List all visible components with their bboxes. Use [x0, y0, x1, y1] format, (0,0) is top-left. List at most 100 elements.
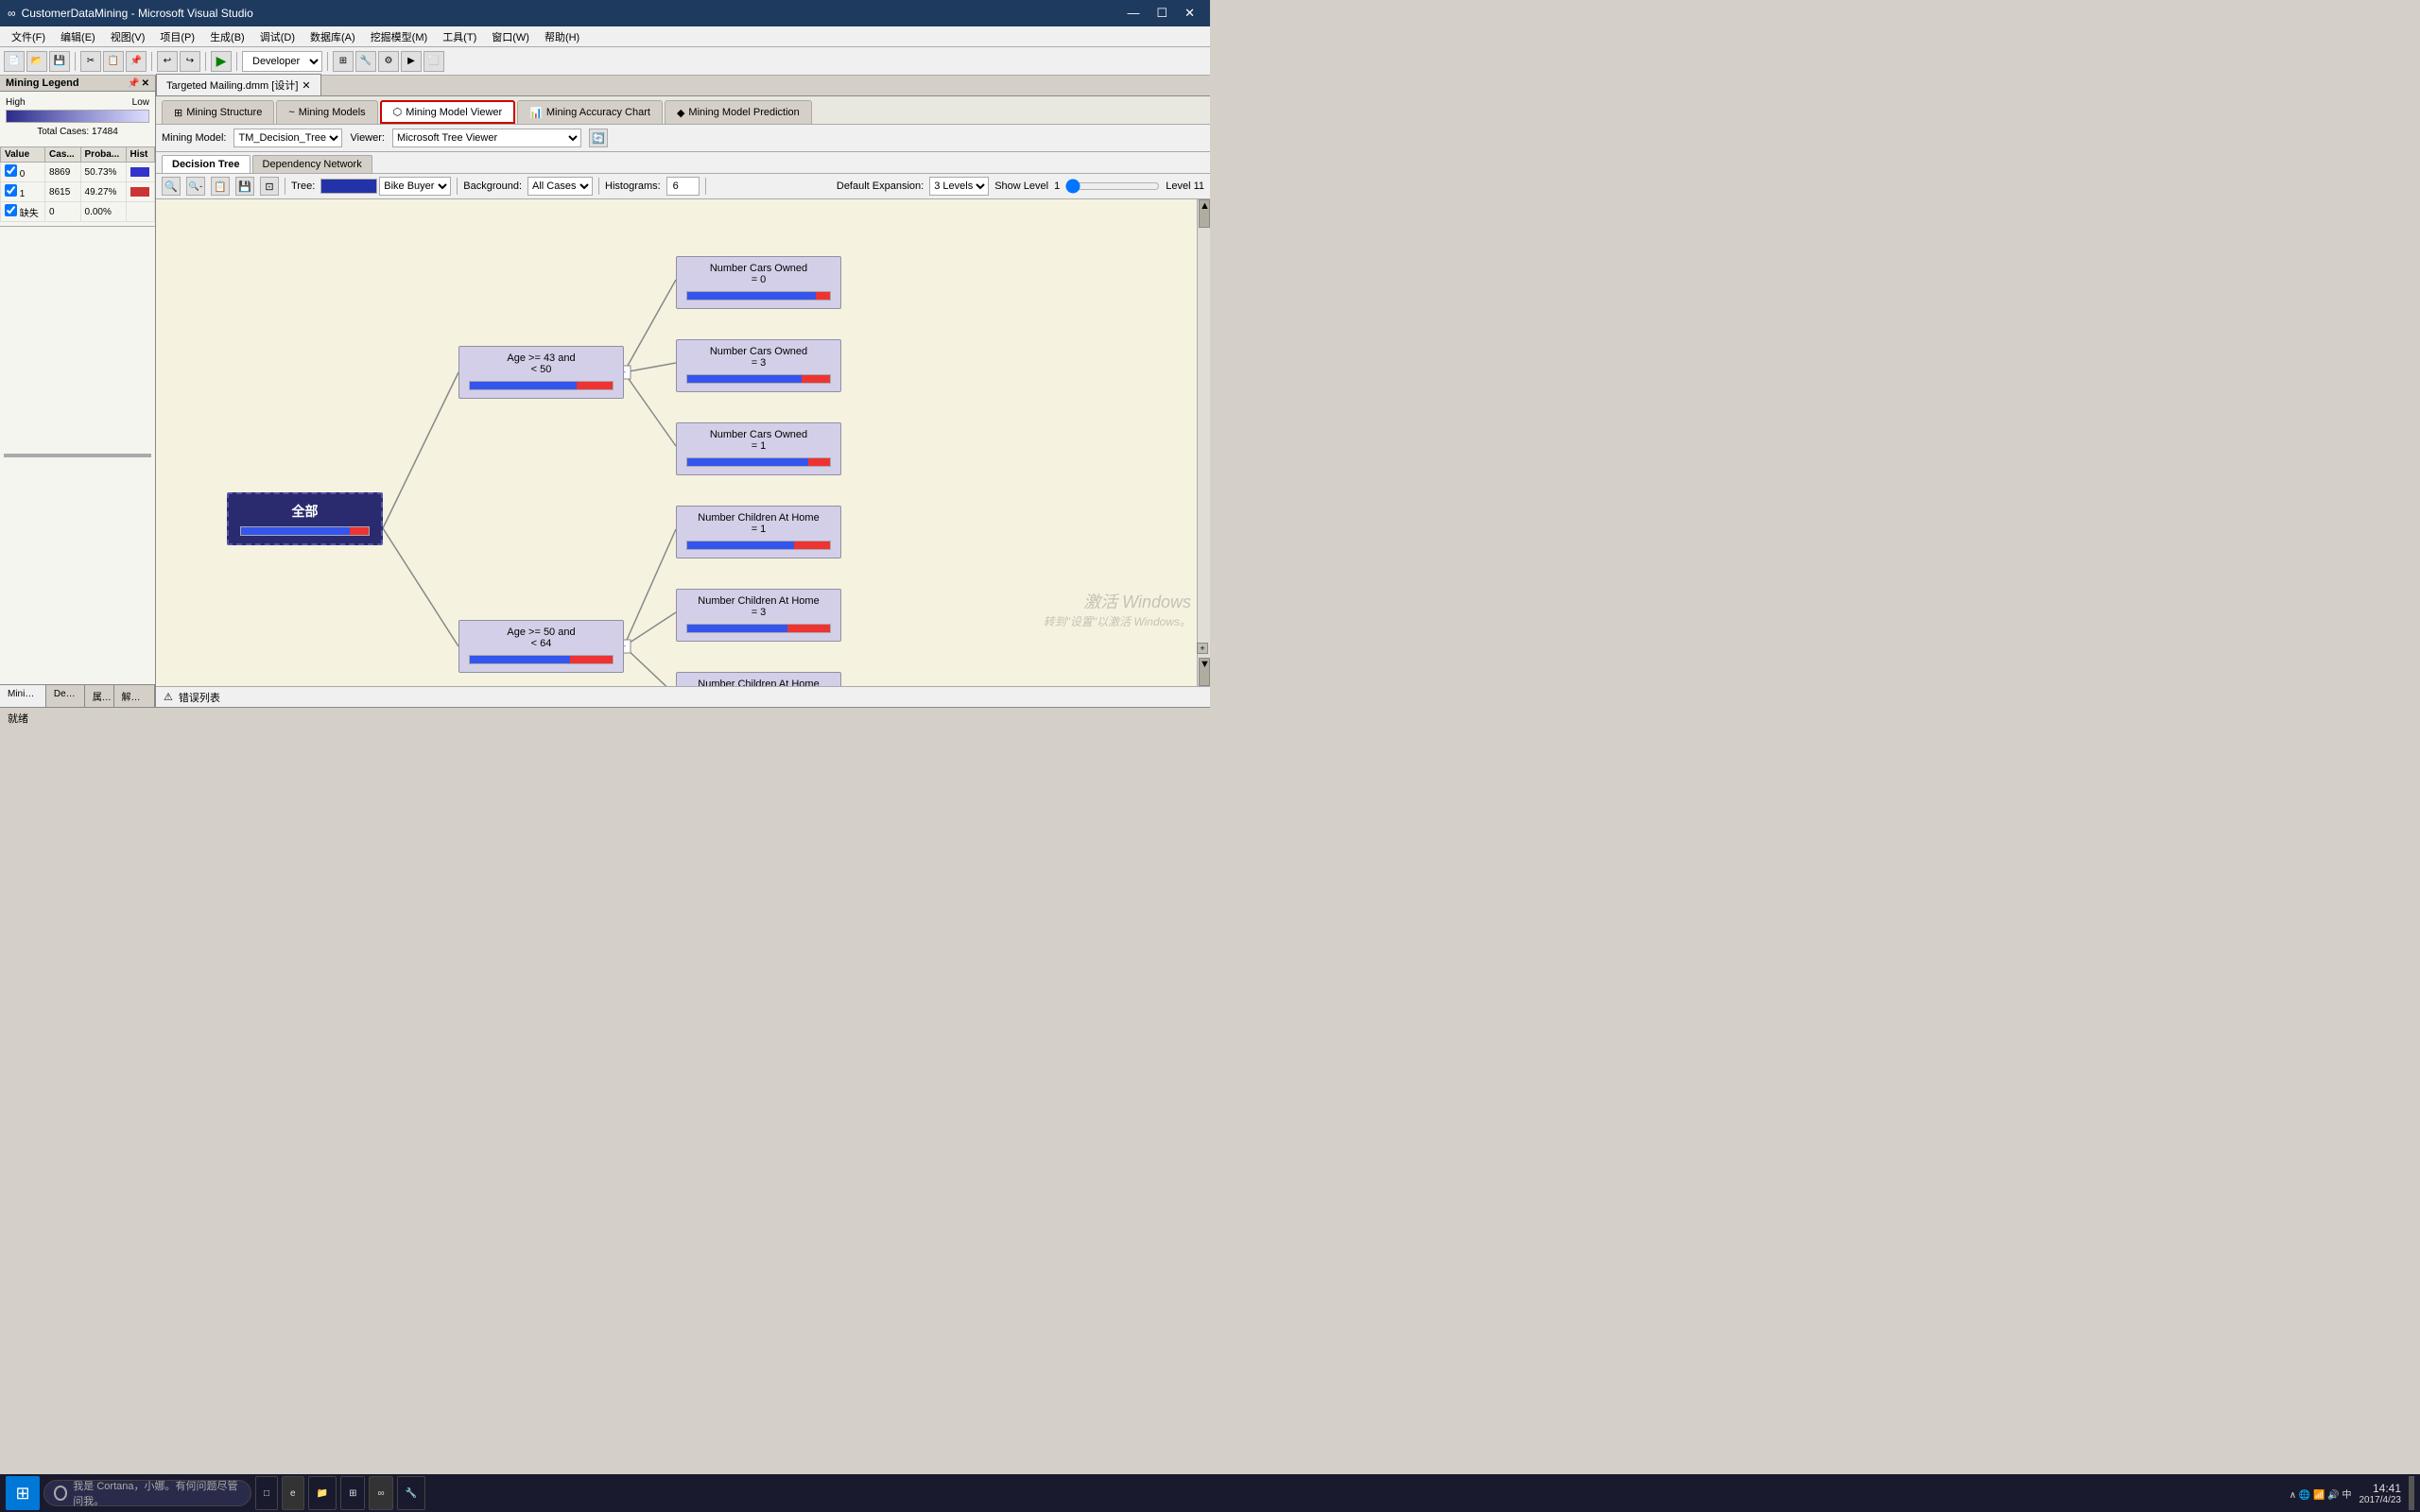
right-node-0[interactable]: Number Cars Owned = 0: [676, 256, 841, 309]
open-button[interactable]: 📂: [26, 51, 47, 72]
menu-project[interactable]: 项目(P): [152, 27, 202, 46]
maximize-button[interactable]: ☐: [1149, 4, 1175, 23]
rowM-checkbox[interactable]: [5, 204, 17, 216]
refresh-button[interactable]: 🔄: [589, 129, 608, 147]
tree-select[interactable]: Bike Buyer: [379, 177, 451, 196]
undo-button[interactable]: ↩: [157, 51, 178, 72]
legend-pin-button[interactable]: 📌: [128, 78, 139, 89]
paste-button[interactable]: 📌: [126, 51, 147, 72]
ie-button[interactable]: e: [282, 1476, 304, 1510]
tab-mining-prediction[interactable]: ◆ Mining Model Prediction: [665, 100, 812, 124]
total-cases-label: Total Cases:: [37, 127, 89, 137]
mid-node-1[interactable]: Age >= 43 and < 50: [458, 346, 624, 399]
menu-edit[interactable]: 编辑(E): [53, 27, 103, 46]
vertical-scrollbar[interactable]: ▲ ▼ +: [1197, 199, 1210, 686]
root-node[interactable]: 全部: [227, 492, 383, 545]
mining-model-select[interactable]: TM_Decision_Tree: [233, 129, 342, 147]
menu-tools[interactable]: 工具(T): [435, 27, 484, 46]
legend-high-label: High: [6, 97, 26, 108]
menu-help[interactable]: 帮助(H): [537, 27, 587, 46]
clock-date: 2017/4/23: [2360, 1495, 2402, 1505]
background-select[interactable]: All Cases: [527, 177, 593, 196]
show-desktop-button[interactable]: [2409, 1476, 2414, 1510]
toolbar-btn3[interactable]: ⚙: [378, 51, 399, 72]
window-title: CustomerDataMining - Microsoft Visual St…: [22, 7, 253, 20]
tab-mining-structure[interactable]: ⊞ Mining Structure: [162, 100, 274, 124]
splitter[interactable]: [4, 454, 151, 457]
menu-file[interactable]: 文件(F): [4, 27, 53, 46]
tab-solution[interactable]: 解决方...: [114, 685, 155, 707]
scrollbar-down-arrow[interactable]: ▼: [1199, 658, 1210, 686]
redo-button[interactable]: ↪: [180, 51, 200, 72]
rn2-l1: Number Cars Owned: [686, 429, 831, 440]
zoom-in-button[interactable]: 🔍: [162, 177, 181, 196]
left-panel: Mining Legend 📌 ✕ High Low Total Cases: …: [0, 76, 156, 707]
new-project-button[interactable]: 📄: [4, 51, 25, 72]
status-text: 就绪: [8, 711, 28, 726]
histograms-input[interactable]: [666, 177, 700, 196]
fit-view-button[interactable]: ⊡: [260, 177, 279, 196]
rn3-l2: = 1: [686, 524, 831, 535]
doc-tab-main[interactable]: Targeted Mailing.dmm [设计] ✕: [156, 74, 321, 95]
subtab-dependency-network[interactable]: Dependency Network: [252, 155, 372, 173]
right-node-2[interactable]: Number Cars Owned = 1: [676, 422, 841, 475]
right-node-3[interactable]: Number Children At Home = 1: [676, 506, 841, 558]
bottom-tabs: Mining L... Deplo... 属性 解决方...: [0, 684, 155, 707]
watermark-line1: 激活 Windows: [1044, 589, 1191, 613]
copy-button[interactable]: 📋: [103, 51, 124, 72]
cut-button[interactable]: ✂: [80, 51, 101, 72]
expand-button[interactable]: +: [1197, 643, 1208, 654]
legend-gradient-bar: [6, 110, 149, 123]
mining-models-label: Mining Models: [299, 107, 366, 118]
tab-mining-model-viewer[interactable]: ⬡ Mining Model Viewer: [380, 100, 516, 124]
tab-mining-models[interactable]: ~ Mining Models: [276, 100, 377, 124]
zoom-out-button[interactable]: 🔍-: [186, 177, 205, 196]
tab-mining-accuracy[interactable]: 📊 Mining Accuracy Chart: [517, 100, 663, 124]
explorer-button[interactable]: 📁: [308, 1476, 337, 1510]
mining-model-label: Mining Model:: [162, 132, 226, 144]
right-node-1[interactable]: Number Cars Owned = 3: [676, 339, 841, 392]
tab-mining-legend[interactable]: Mining L...: [0, 685, 46, 707]
menu-mining[interactable]: 挖掘模型(M): [363, 27, 436, 46]
toolbar-btn5[interactable]: ⬜: [424, 51, 444, 72]
error-text[interactable]: 错误列表: [179, 690, 220, 705]
menu-database[interactable]: 数据库(A): [302, 27, 363, 46]
toolbar-btn1[interactable]: ⊞: [333, 51, 354, 72]
tab-deploy[interactable]: Deplo...: [46, 685, 85, 707]
toolbar-btn2[interactable]: 🔧: [355, 51, 376, 72]
doc-tab-close[interactable]: ✕: [302, 79, 310, 92]
close-button[interactable]: ✕: [1177, 4, 1202, 23]
menu-view[interactable]: 视图(V): [103, 27, 153, 46]
minimize-button[interactable]: —: [1119, 4, 1147, 23]
toolbar-btn4[interactable]: ▶: [401, 51, 422, 72]
viewer-select[interactable]: Microsoft Tree Viewer: [392, 129, 581, 147]
mid-node-2[interactable]: Age >= 50 and < 64: [458, 620, 624, 673]
right-node-5[interactable]: Number Children At Home = 0: [676, 672, 841, 686]
save-button[interactable]: 💾: [49, 51, 70, 72]
vs-button[interactable]: ∞: [369, 1476, 392, 1510]
menu-debug[interactable]: 调试(D): [252, 27, 302, 46]
store-button[interactable]: ⊞: [340, 1476, 365, 1510]
legend-close-button[interactable]: ✕: [142, 78, 149, 89]
root-node-label: 全部: [240, 502, 370, 521]
start-button[interactable]: ⊞: [6, 1476, 40, 1510]
default-expansion-select[interactable]: 3 Levels: [929, 177, 989, 196]
show-level-slider[interactable]: [1065, 179, 1160, 194]
right-node-4[interactable]: Number Children At Home = 3: [676, 589, 841, 642]
row0-checkbox[interactable]: [5, 164, 17, 177]
save-image-button[interactable]: 💾: [235, 177, 254, 196]
row1-checkbox[interactable]: [5, 184, 17, 197]
run-button[interactable]: ▶: [211, 51, 232, 72]
subtab-decision-tree[interactable]: Decision Tree: [162, 155, 251, 173]
cortana-search[interactable]: 我是 Cortana，小娜。有何问题尽管问我。: [43, 1480, 251, 1506]
row0-hist: [130, 167, 149, 177]
configuration-dropdown[interactable]: Developer: [242, 51, 322, 72]
menu-window[interactable]: 窗口(W): [484, 27, 537, 46]
scrollbar-up-arrow[interactable]: ▲: [1199, 199, 1210, 228]
copy-image-button[interactable]: 📋: [211, 177, 230, 196]
tab-properties[interactable]: 属性: [85, 685, 114, 707]
tray-icons: ∧ 🌐 📶 🔊 中: [2290, 1486, 2352, 1501]
menu-build[interactable]: 生成(B): [202, 27, 252, 46]
settings-button[interactable]: 🔧: [397, 1476, 425, 1510]
taskview-button[interactable]: □: [255, 1476, 278, 1510]
